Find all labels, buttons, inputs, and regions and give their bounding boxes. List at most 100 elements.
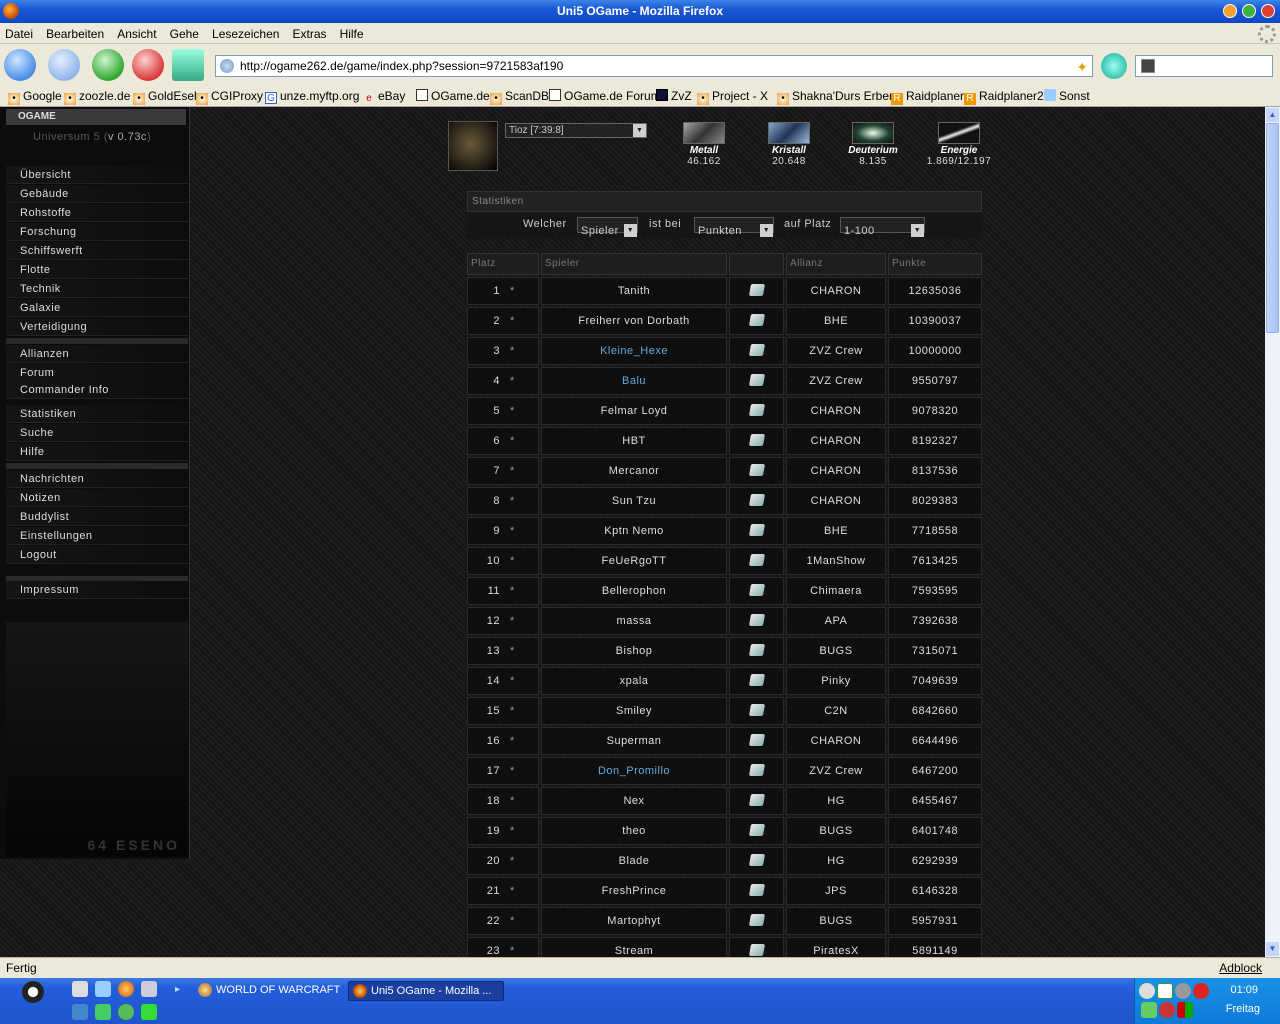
- alliance-name[interactable]: CHARON: [786, 397, 886, 425]
- rank-change-mark[interactable]: *: [510, 945, 515, 957]
- nav-suche[interactable]: Suche: [6, 424, 188, 442]
- player-name[interactable]: FeUeRgoTT: [541, 547, 727, 575]
- close-button[interactable]: [1261, 4, 1275, 18]
- rank-change-mark[interactable]: *: [510, 495, 515, 507]
- send-message-icon[interactable]: [748, 284, 765, 296]
- nav-hilfe[interactable]: Hilfe: [6, 443, 188, 461]
- rank-change-mark[interactable]: *: [510, 525, 515, 537]
- send-message-icon[interactable]: [748, 554, 765, 566]
- rank-change-mark[interactable]: *: [510, 645, 515, 657]
- send-message-icon[interactable]: [748, 944, 765, 956]
- rank-change-mark[interactable]: *: [510, 585, 515, 597]
- alliance-name[interactable]: C2N: [786, 697, 886, 725]
- menu-gehe[interactable]: Gehe: [165, 23, 204, 41]
- player-name[interactable]: Blade: [541, 847, 727, 875]
- bookmark-item[interactable]: ZvZ: [656, 89, 692, 103]
- player-name[interactable]: Bishop: [541, 637, 727, 665]
- chevron-right-icon[interactable]: ▸: [175, 984, 180, 995]
- bookmark-item[interactable]: OGame.de: [416, 89, 490, 103]
- search-input[interactable]: [1135, 55, 1273, 77]
- go-button[interactable]: [1101, 53, 1127, 79]
- send-message-icon[interactable]: [748, 674, 765, 686]
- rank-change-mark[interactable]: *: [510, 555, 515, 567]
- send-message-icon[interactable]: [748, 494, 765, 506]
- planet-image[interactable]: [448, 121, 498, 171]
- player-name[interactable]: FreshPrince: [541, 877, 727, 905]
- filter-who-select[interactable]: Spieler ▼: [577, 217, 638, 237]
- tray-icon[interactable]: [1193, 983, 1209, 999]
- bookmark-item[interactable]: • CGIProxy: [196, 89, 263, 105]
- rank-change-mark[interactable]: *: [510, 675, 515, 687]
- player-name[interactable]: HBT: [541, 427, 727, 455]
- forward-button[interactable]: [48, 49, 80, 81]
- menu-extras[interactable]: Extras: [287, 23, 331, 41]
- tray-icon[interactable]: [1175, 983, 1191, 999]
- bookmark-item[interactable]: • ScanDB: [490, 89, 549, 105]
- send-message-icon[interactable]: [748, 854, 765, 866]
- rank-change-mark[interactable]: *: [510, 885, 515, 897]
- alliance-name[interactable]: CHARON: [786, 457, 886, 485]
- reload-button[interactable]: [92, 49, 124, 81]
- firefox-icon[interactable]: [3, 3, 19, 19]
- send-message-icon[interactable]: [748, 704, 765, 716]
- player-name[interactable]: Martophyt: [541, 907, 727, 935]
- send-message-icon[interactable]: [748, 614, 765, 626]
- rank-change-mark[interactable]: *: [510, 705, 515, 717]
- bookmark-item[interactable]: OGame.de Forum: [549, 89, 661, 103]
- tray-icon[interactable]: [1141, 1002, 1157, 1018]
- maximize-button[interactable]: [1242, 4, 1256, 18]
- rank-change-mark[interactable]: *: [510, 285, 515, 297]
- player-name[interactable]: Kptn Nemo: [541, 517, 727, 545]
- send-message-icon[interactable]: [748, 884, 765, 896]
- filter-place-select[interactable]: 1-100 ▼: [840, 217, 925, 237]
- nav-einstellungen[interactable]: Einstellungen: [6, 527, 188, 545]
- nav-notizen[interactable]: Notizen: [6, 489, 188, 507]
- url-input[interactable]: http://ogame262.de/game/index.php?sessio…: [215, 55, 1093, 77]
- nav-technik[interactable]: Technik: [6, 280, 188, 298]
- player-name[interactable]: Mercanor: [541, 457, 727, 485]
- filter-by-select[interactable]: Punkten ▼: [694, 217, 774, 237]
- menu-lesezeichen[interactable]: Lesezeichen: [207, 23, 284, 41]
- nav-verteidigung[interactable]: Verteidigung: [6, 318, 188, 336]
- nav-commander-info[interactable]: Commander Info: [6, 381, 188, 399]
- alliance-name[interactable]: CHARON: [786, 277, 886, 305]
- player-name[interactable]: xpala: [541, 667, 727, 695]
- stop-button[interactable]: [132, 49, 164, 81]
- alliance-name[interactable]: BUGS: [786, 817, 886, 845]
- rank-change-mark[interactable]: *: [510, 375, 515, 387]
- rank-change-mark[interactable]: *: [510, 855, 515, 867]
- bookmark-item[interactable]: • GoldEsel: [133, 89, 197, 105]
- send-message-icon[interactable]: [748, 374, 765, 386]
- nav-gebaeude[interactable]: Gebäude: [6, 185, 188, 203]
- send-message-icon[interactable]: [748, 764, 765, 776]
- player-name[interactable]: Tanith: [541, 277, 727, 305]
- player-name[interactable]: Freiherr von Dorbath: [541, 307, 727, 335]
- tray-icon[interactable]: [1159, 1002, 1175, 1018]
- send-message-icon[interactable]: [748, 524, 765, 536]
- home-button[interactable]: [172, 49, 204, 81]
- rank-change-mark[interactable]: *: [510, 615, 515, 627]
- send-message-icon[interactable]: [748, 314, 765, 326]
- player-name[interactable]: theo: [541, 817, 727, 845]
- player-name[interactable]: Smiley: [541, 697, 727, 725]
- nav-impressum[interactable]: Impressum: [6, 581, 188, 599]
- alliance-name[interactable]: PiratesX: [786, 937, 886, 957]
- alliance-name[interactable]: Pinky: [786, 667, 886, 695]
- vertical-scrollbar[interactable]: ▲ ▼: [1265, 107, 1280, 957]
- nav-flotte[interactable]: Flotte: [6, 261, 188, 279]
- rank-change-mark[interactable]: *: [510, 315, 515, 327]
- player-name[interactable]: Nex: [541, 787, 727, 815]
- quicklaunch-icon[interactable]: [95, 1004, 111, 1020]
- bookmark-item[interactable]: • zoozle.de: [64, 89, 130, 105]
- alliance-name[interactable]: BHE: [786, 307, 886, 335]
- bookmark-item[interactable]: R Raidplaner: [891, 89, 964, 105]
- tray-icon[interactable]: [1177, 1002, 1193, 1018]
- nav-uebersicht[interactable]: Übersicht: [6, 166, 188, 184]
- send-message-icon[interactable]: [748, 344, 765, 356]
- tray-icon[interactable]: [1157, 983, 1173, 999]
- scrollbar-thumb[interactable]: [1266, 123, 1279, 333]
- alliance-name[interactable]: APA: [786, 607, 886, 635]
- send-message-icon[interactable]: [748, 824, 765, 836]
- nav-galaxie[interactable]: Galaxie: [6, 299, 188, 317]
- task-firefox[interactable]: Uni5 OGame - Mozilla ...: [348, 981, 504, 1001]
